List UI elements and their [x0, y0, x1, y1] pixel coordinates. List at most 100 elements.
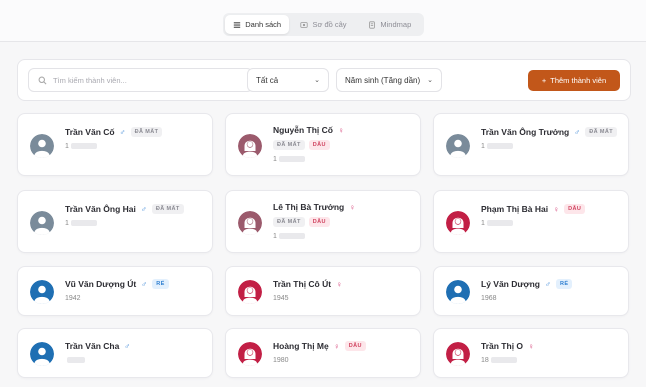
male-avatar-icon: [446, 134, 470, 158]
member-birth-year: 1: [273, 233, 305, 240]
female-avatar-icon: [238, 342, 262, 366]
redacted-year-placeholder: [70, 143, 97, 150]
member-name: Lê Thị Bà Trưởng: [273, 202, 345, 212]
status-badge-dead: ĐÃ MẤT: [273, 217, 305, 227]
member-card[interactable]: Trần Văn Ông Hai ♂ ĐÃ MẤT 1: [17, 190, 213, 253]
redacted-year-placeholder: [278, 156, 305, 163]
member-card[interactable]: Phạm Thị Bà Hai ♀ DÂU 1: [433, 190, 629, 253]
male-icon: ♂: [124, 341, 131, 351]
member-name: Trần Thị Cô Út: [273, 279, 332, 289]
add-member-button[interactable]: + Thêm thành viên: [528, 70, 620, 91]
member-card[interactable]: Hoàng Thị Mẹ ♀ DÂU 1980: [225, 328, 421, 378]
male-avatar-icon: [30, 280, 54, 304]
member-birth-year: 1945: [273, 295, 289, 302]
male-avatar-icon: [446, 280, 470, 304]
member-birth-year-text: 1: [65, 143, 69, 150]
tab-tree[interactable]: Sơ đồ cây: [291, 15, 355, 34]
male-icon: ♂: [544, 279, 551, 289]
member-card[interactable]: Nguyễn Thị Cố ♀ ĐÃ MẤT DÂU 1: [225, 113, 421, 176]
member-name: Trần Văn Ông Hai: [65, 204, 136, 214]
member-name-row: Trần Văn Cố ♂ ĐÃ MẤT: [65, 127, 163, 137]
status-badge-dead: ĐÃ MẤT: [151, 204, 184, 214]
female-icon: ♀: [336, 279, 343, 289]
member-card[interactable]: Trần Văn Cha ♂: [17, 328, 213, 378]
mindmap-icon: [369, 20, 376, 29]
member-card[interactable]: Trần Thị O ♀ 18: [433, 328, 629, 378]
member-birth-year-text: 1: [481, 220, 485, 227]
member-birth-year-text: 1942: [65, 295, 81, 302]
status-badge-dau: DÂU: [564, 204, 586, 214]
member-birth-year-text: 1: [65, 220, 69, 227]
status-badge-dead: ĐÃ MẤT: [585, 127, 618, 137]
status-badge-dau: DÂU: [308, 217, 330, 227]
member-birth-year: 1: [65, 143, 97, 150]
member-birth-year-text: 1: [273, 156, 277, 163]
member-name: Nguyễn Thị Cố: [273, 125, 333, 135]
redacted-year-placeholder: [67, 357, 85, 364]
tab-mindmap-label: Mindmap: [380, 20, 412, 29]
member-name-row: Lê Thị Bà Trưởng ♀: [273, 202, 355, 212]
male-avatar-icon: [30, 134, 54, 158]
member-name-row: Lý Văn Dượng ♂ RỂ: [481, 279, 573, 289]
member-card[interactable]: Lê Thị Bà Trưởng ♀ ĐÃ MẤT DÂU 1: [225, 190, 421, 253]
member-name-row: Hoàng Thị Mẹ ♀ DÂU: [273, 341, 366, 351]
male-avatar-icon: [30, 211, 54, 235]
member-name-row: Trần Văn Ông Trưởng ♂ ĐÃ MẤT: [481, 127, 618, 137]
member-birth-year: 1: [481, 143, 513, 150]
tree-icon: [300, 21, 309, 28]
sort-value: Năm sinh (Tăng dần): [345, 75, 421, 85]
status-badge-re: RỂ: [152, 279, 169, 289]
status-badge-dead: ĐÃ MẤT: [273, 140, 305, 150]
member-name-row: Trần Thị O ♀: [481, 341, 534, 351]
member-name: Lý Văn Dượng: [481, 279, 540, 289]
member-birth-year: 1: [273, 156, 305, 163]
member-name-row: Trần Thị Cô Út ♀: [273, 279, 342, 289]
female-icon: ♀: [333, 341, 340, 351]
status-badge-dau: DÂU: [344, 341, 366, 351]
member-birth-year: 1980: [273, 357, 289, 364]
member-birth-year: [65, 357, 85, 364]
redacted-year-placeholder: [278, 233, 305, 240]
chevron-down-icon: ⌄: [427, 77, 433, 84]
member-name-row: Phạm Thị Bà Hai ♀ DÂU: [481, 204, 586, 214]
redacted-year-placeholder: [70, 220, 97, 227]
member-birth-year: 18: [481, 357, 517, 364]
female-avatar-icon: [238, 211, 262, 235]
list-icon: [234, 21, 241, 28]
redacted-year-placeholder: [490, 357, 517, 364]
member-card[interactable]: Trần Văn Cố ♂ ĐÃ MẤT 1: [17, 113, 213, 176]
member-birth-year: 1: [481, 220, 513, 227]
status-filter-select[interactable]: Tất cả ⌄: [247, 68, 329, 92]
member-card[interactable]: Trần Văn Ông Trưởng ♂ ĐÃ MẤT 1: [433, 113, 629, 176]
member-birth-year-text: 1: [481, 143, 485, 150]
member-card[interactable]: Lý Văn Dượng ♂ RỂ 1968: [433, 266, 629, 316]
female-avatar-icon: [238, 134, 262, 158]
female-avatar-icon: [446, 211, 470, 235]
tab-list[interactable]: Danh sách: [225, 15, 290, 34]
member-name: Phạm Thị Bà Hai: [481, 204, 549, 214]
member-birth-year-text: 1: [273, 233, 277, 240]
sort-select[interactable]: Năm sinh (Tăng dần) ⌄: [336, 68, 442, 92]
member-card[interactable]: Trần Thị Cô Út ♀ 1945: [225, 266, 421, 316]
tab-tree-label: Sơ đồ cây: [312, 20, 347, 29]
male-avatar-icon: [30, 342, 54, 366]
plus-icon: +: [541, 76, 547, 85]
member-name-row: Vũ Văn Dượng Út ♂ RỂ: [65, 279, 169, 289]
redacted-year-placeholder: [486, 220, 513, 227]
member-birth-year-text: 18: [481, 357, 489, 364]
male-icon: ♂: [141, 279, 148, 289]
member-birth-year: 1968: [481, 295, 497, 302]
member-grid: Trần Văn Cố ♂ ĐÃ MẤT 1 Nguyễn Thị Cố ♀ ĐÃ MẤT D…: [17, 113, 631, 387]
tab-mindmap[interactable]: Mindmap: [358, 15, 422, 34]
male-icon: ♂: [140, 204, 147, 214]
member-name: Trần Văn Cha: [65, 341, 120, 351]
female-icon: ♀: [528, 341, 535, 351]
member-name-row: Trần Văn Ông Hai ♂ ĐÃ MẤT: [65, 204, 184, 214]
member-birth-year-text: 1980: [273, 357, 289, 364]
search-input[interactable]: [53, 75, 243, 85]
redacted-year-placeholder: [486, 143, 513, 150]
member-name: Trần Thị O: [481, 341, 524, 351]
female-icon: ♀: [553, 204, 560, 214]
female-avatar-icon: [446, 342, 470, 366]
member-card[interactable]: Vũ Văn Dượng Út ♂ RỂ 1942: [17, 266, 213, 316]
